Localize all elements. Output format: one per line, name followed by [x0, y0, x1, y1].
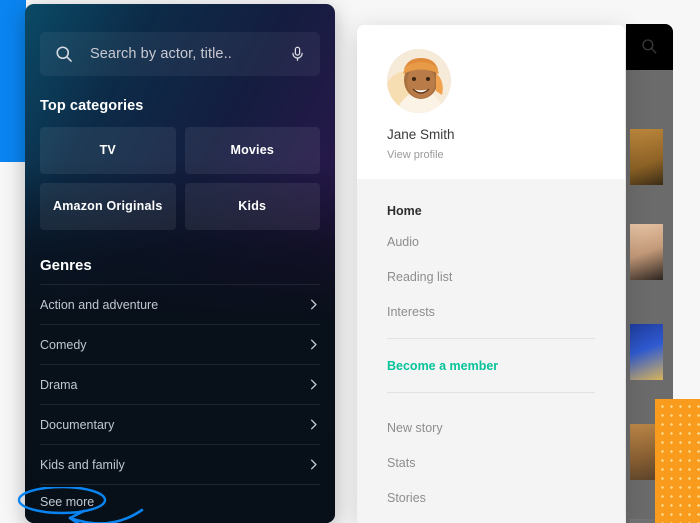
microphone-icon[interactable] — [289, 44, 306, 64]
chevron-right-icon — [307, 378, 320, 391]
category-tile-movies[interactable]: Movies — [184, 127, 320, 174]
genres-title: Genres — [40, 257, 92, 274]
genre-label: Documentary — [40, 417, 115, 432]
orange-dot-pattern — [655, 399, 700, 523]
genre-row-action-and-adventure[interactable]: Action and adventure — [40, 284, 320, 324]
chevron-right-icon — [307, 338, 320, 351]
menu-item-home[interactable]: Home — [387, 179, 595, 224]
search-icon — [54, 44, 74, 64]
menu-divider — [387, 392, 595, 393]
chevron-right-icon — [307, 458, 320, 471]
screenshot-stage: Search by actor, title.. Top categories … — [0, 0, 700, 523]
right-panel-header — [626, 24, 673, 70]
genre-row-drama[interactable]: Drama — [40, 364, 320, 404]
genre-label: Action and adventure — [40, 297, 159, 312]
search-icon[interactable] — [640, 37, 658, 55]
search-bar[interactable]: Search by actor, title.. — [40, 32, 320, 76]
profile-menu-card: Jane Smith View profile Home Audio Readi… — [357, 25, 625, 523]
blue-accent-bar — [0, 0, 26, 162]
menu-block: Home Audio Reading list Interests Become… — [357, 179, 625, 515]
genre-row-kids-and-family[interactable]: Kids and family — [40, 444, 320, 484]
discovery-panel: Search by actor, title.. Top categories … — [25, 4, 335, 523]
genre-row-comedy[interactable]: Comedy — [40, 324, 320, 364]
chevron-right-icon — [307, 418, 320, 431]
view-profile-link[interactable]: View profile — [387, 149, 595, 161]
menu-item-new-story[interactable]: New story — [387, 410, 595, 445]
menu-item-stories[interactable]: Stories — [387, 480, 595, 515]
genre-label: Comedy — [40, 337, 87, 352]
menu-divider — [387, 338, 595, 339]
category-tile-kids[interactable]: Kids — [184, 183, 320, 230]
menu-item-interests[interactable]: Interests — [387, 294, 595, 329]
menu-item-stats[interactable]: Stats — [387, 445, 595, 480]
menu-item-reading-list[interactable]: Reading list — [387, 259, 595, 294]
search-input[interactable]: Search by actor, title.. — [90, 46, 289, 62]
genre-label: Kids and family — [40, 457, 125, 472]
see-more-button[interactable]: See more — [40, 484, 320, 519]
menu-item-audio[interactable]: Audio — [387, 224, 595, 259]
content-thumbnail — [630, 129, 663, 185]
genres-list: Action and adventure Comedy Drama Docume… — [40, 284, 320, 519]
content-thumbnail — [630, 324, 663, 380]
genre-label: Drama — [40, 377, 78, 392]
top-categories-grid: TV Movies Amazon Originals Kids — [40, 127, 320, 230]
see-more-label: See more — [40, 495, 95, 509]
menu-item-become-a-member[interactable]: Become a member — [387, 348, 595, 383]
content-thumbnail — [630, 224, 663, 280]
profile-block: Jane Smith View profile — [357, 25, 625, 179]
genre-row-documentary[interactable]: Documentary — [40, 404, 320, 444]
top-categories-title: Top categories — [40, 98, 144, 114]
category-tile-tv[interactable]: TV — [40, 127, 176, 174]
chevron-right-icon — [307, 298, 320, 311]
avatar[interactable] — [387, 49, 451, 113]
profile-name: Jane Smith — [387, 127, 455, 142]
category-tile-amazon-originals[interactable]: Amazon Originals — [40, 183, 176, 230]
